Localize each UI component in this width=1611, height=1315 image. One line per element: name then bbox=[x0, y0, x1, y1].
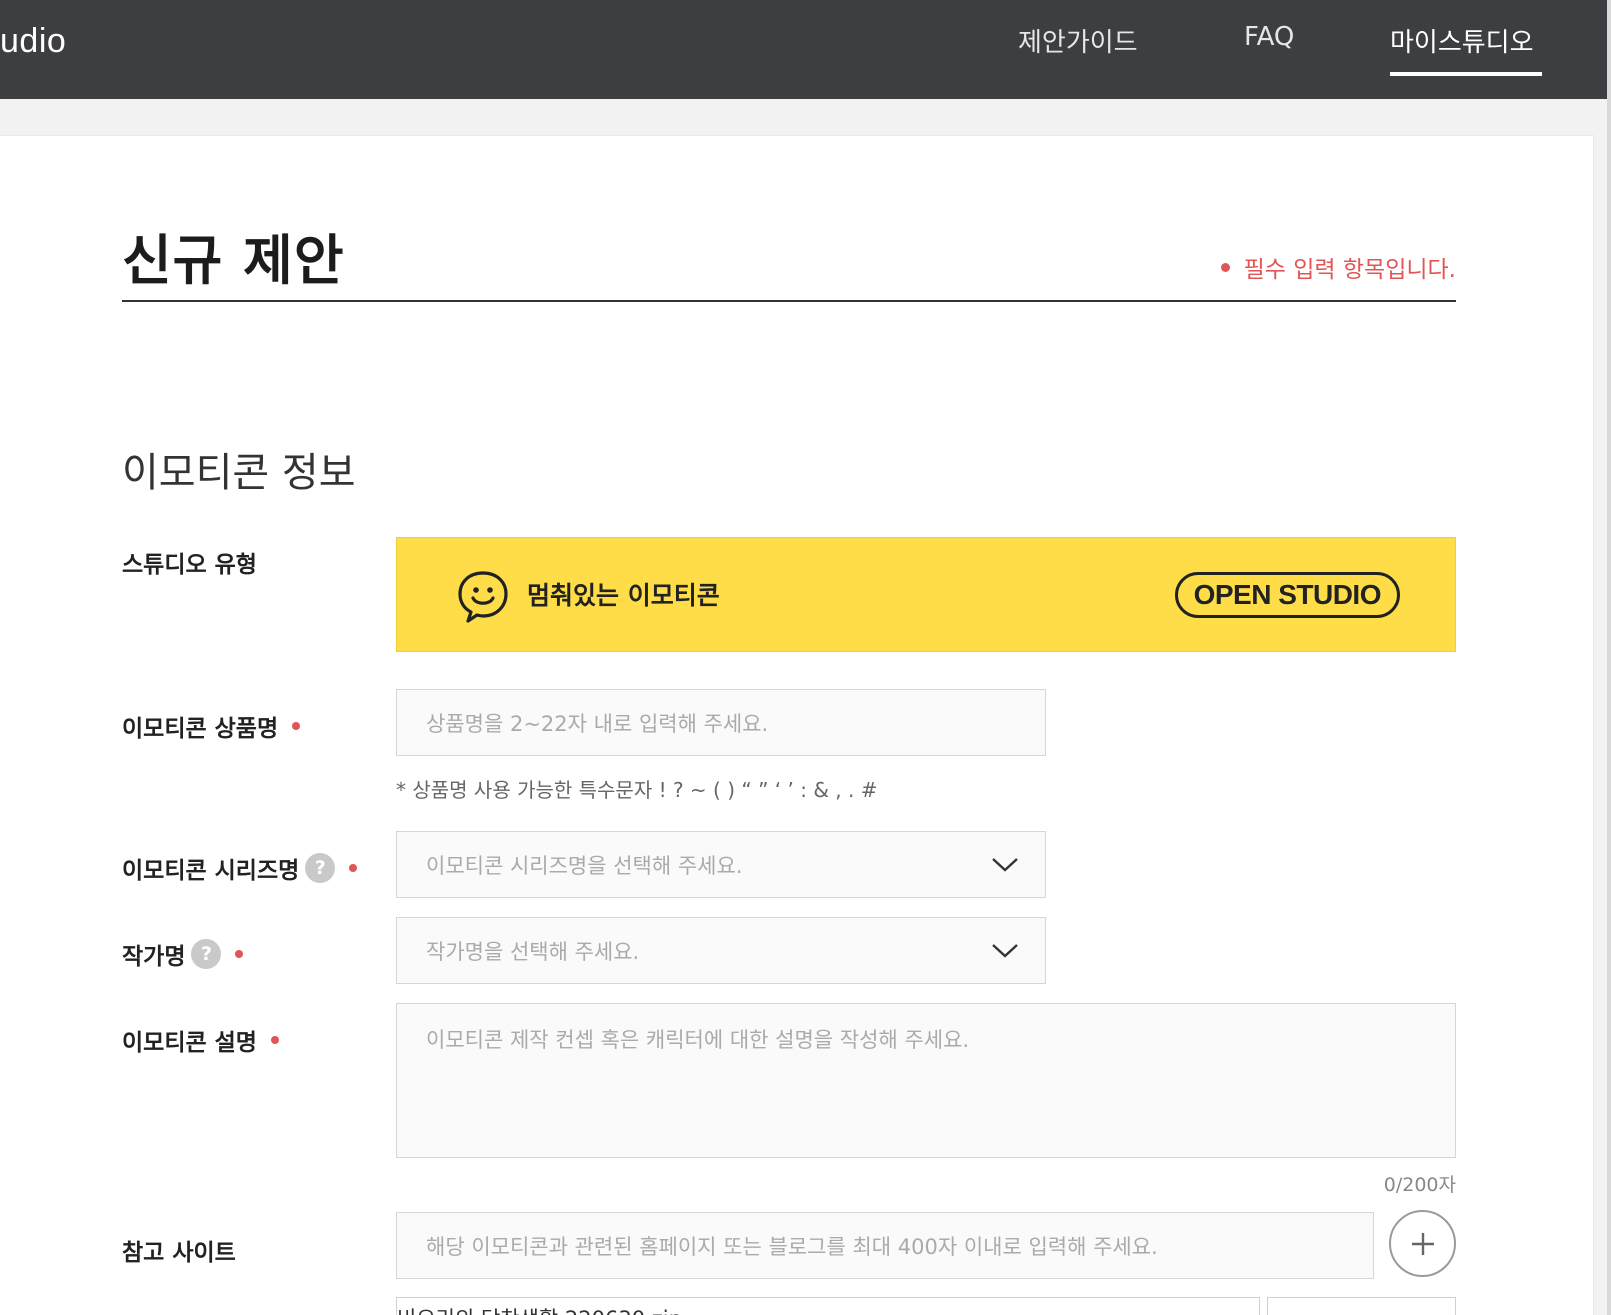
product-name-label-text: 이모티콘 상품명 bbox=[122, 716, 279, 742]
nav-active-indicator bbox=[1390, 72, 1542, 76]
attachment-file-field[interactable]: 비오리의 당찬생활 220630.zip bbox=[396, 1297, 1260, 1315]
section-title: 이모티콘 정보 bbox=[122, 450, 356, 496]
studio-type-label: 스튜디오 유형 bbox=[122, 545, 257, 579]
reference-site-label-text: 참고 사이트 bbox=[122, 1240, 236, 1266]
nav-proposal-guide[interactable]: 제안가이드 bbox=[1018, 22, 1138, 59]
nav-faq[interactable]: FAQ bbox=[1244, 22, 1294, 52]
author-name-placeholder: 작가명을 선택해 주세요. bbox=[426, 939, 640, 964]
required-dot bbox=[235, 950, 244, 958]
nav-my-studio[interactable]: 마이스튜디오 bbox=[1390, 22, 1534, 59]
product-name-hint: * 상품명 사용 가능한 특수문자 ! ? ~ ( ) “ ” ‘ ’ : & … bbox=[396, 778, 878, 802]
attachment-button[interactable] bbox=[1267, 1297, 1456, 1315]
smile-speech-bubble-icon bbox=[458, 571, 508, 623]
required-notice: 필수 입력 항목입니다. bbox=[1220, 250, 1456, 284]
help-icon[interactable]: ? bbox=[191, 939, 222, 969]
description-label: 이모티콘 설명 bbox=[122, 1023, 279, 1057]
required-dot bbox=[292, 722, 301, 730]
studio-type-value: 멈춰있는 이모티콘 bbox=[527, 581, 720, 610]
product-name-input[interactable]: 상품명을 2~22자 내로 입력해 주세요. bbox=[396, 689, 1046, 756]
reference-site-label: 참고 사이트 bbox=[122, 1233, 236, 1267]
logo[interactable]: udio bbox=[0, 22, 66, 61]
character-counter: 0/200자 bbox=[1383, 1174, 1456, 1196]
required-dot bbox=[349, 864, 358, 872]
author-name-label: 작가명 ? bbox=[122, 937, 244, 971]
title-divider bbox=[122, 300, 1456, 302]
author-name-select[interactable]: 작가명을 선택해 주세요. bbox=[396, 917, 1046, 984]
chevron-down-icon bbox=[992, 943, 1018, 958]
studio-type-label-text: 스튜디오 유형 bbox=[122, 552, 257, 578]
description-label-text: 이모티콘 설명 bbox=[122, 1030, 257, 1056]
required-dot bbox=[270, 1036, 279, 1044]
series-name-label: 이모티콘 시리즈명 ? bbox=[122, 851, 358, 885]
chevron-down-icon bbox=[992, 857, 1018, 872]
required-dot bbox=[1220, 263, 1230, 272]
reference-site-placeholder: 해당 이모티콘과 관련된 홈페이지 또는 블로그를 최대 400자 이내로 입력… bbox=[426, 1234, 1158, 1259]
series-name-placeholder: 이모티콘 시리즈명을 선택해 주세요. bbox=[426, 853, 743, 878]
page-title: 신규 제안 bbox=[122, 229, 345, 292]
author-name-label-text: 작가명 bbox=[122, 944, 186, 970]
product-name-placeholder: 상품명을 2~22자 내로 입력해 주세요. bbox=[426, 711, 769, 736]
help-icon[interactable]: ? bbox=[305, 853, 336, 883]
description-textarea[interactable]: 이모티콘 제작 컨셉 혹은 캐릭터에 대한 설명을 작성해 주세요. bbox=[396, 1003, 1456, 1158]
required-notice-text: 필수 입력 항목입니다. bbox=[1243, 257, 1456, 283]
add-reference-button[interactable] bbox=[1389, 1210, 1456, 1277]
plus-icon bbox=[1412, 1233, 1434, 1255]
reference-site-input[interactable]: 해당 이모티콘과 관련된 홈페이지 또는 블로그를 최대 400자 이내로 입력… bbox=[396, 1212, 1374, 1279]
series-name-label-text: 이모티콘 시리즈명 bbox=[122, 858, 300, 884]
description-placeholder: 이모티콘 제작 컨셉 혹은 캐릭터에 대한 설명을 작성해 주세요. bbox=[426, 1028, 970, 1052]
top-navigation-bar: udio 제안가이드 FAQ 마이스튜디오 bbox=[0, 0, 1611, 99]
attachment-filename: 비오리의 당찬생활 220630.zip bbox=[397, 1307, 682, 1315]
open-studio-badge: OPEN STUDIO bbox=[1174, 572, 1400, 618]
series-name-select[interactable]: 이모티콘 시리즈명을 선택해 주세요. bbox=[396, 831, 1046, 898]
studio-type-banner[interactable]: 멈춰있는 이모티콘 OPEN STUDIO bbox=[396, 537, 1456, 652]
scrollbar[interactable] bbox=[1607, 0, 1611, 1315]
product-name-label: 이모티콘 상품명 bbox=[122, 709, 301, 743]
